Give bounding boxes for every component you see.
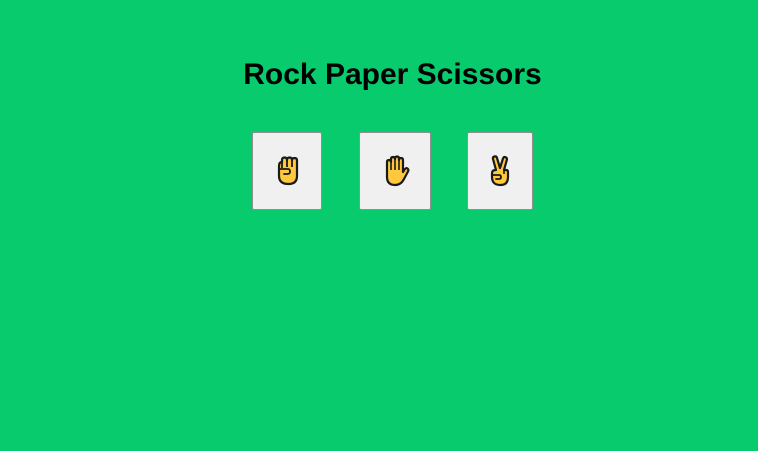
raised-fist-icon: [273, 154, 301, 188]
game-title: Rock Paper Scissors: [243, 58, 542, 91]
raised-hand-icon: [380, 154, 410, 188]
scissors-button[interactable]: [467, 132, 533, 210]
rock-button[interactable]: [252, 132, 322, 210]
paper-button[interactable]: [359, 132, 431, 210]
victory-hand-icon: [487, 154, 513, 188]
